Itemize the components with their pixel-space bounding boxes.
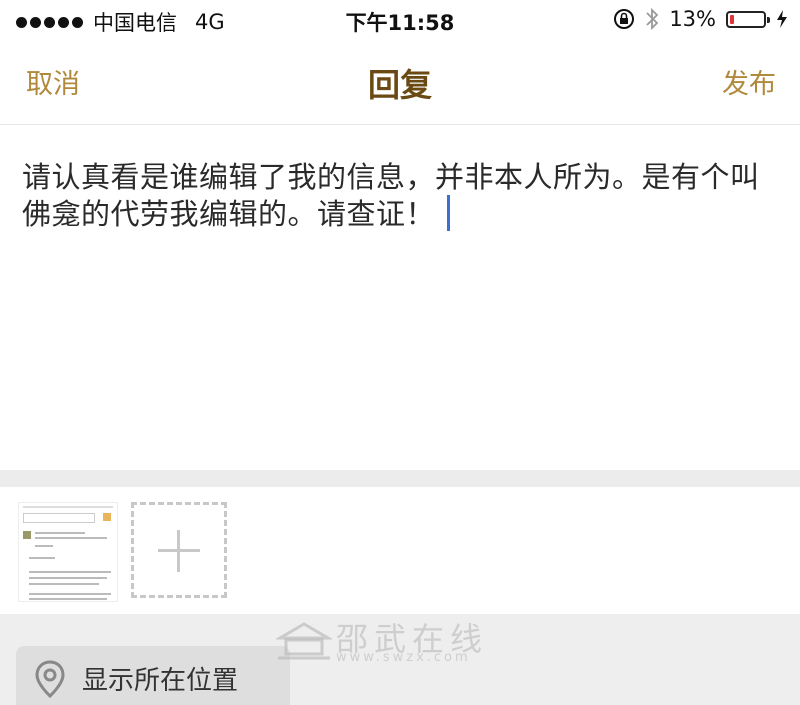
rotation-lock-icon	[614, 9, 635, 29]
reply-text-content[interactable]: 请认真看是谁编辑了我的信息，并非本人所为。是有个叫佛龛的代劳我编辑的。请查证！	[22, 159, 778, 232]
attachment-strip	[0, 487, 800, 614]
show-location-button[interactable]: 显示所在位置	[16, 646, 290, 705]
bluetooth-icon	[646, 7, 659, 31]
battery-icon	[726, 10, 770, 28]
nav-bar: 取消 回复 发布	[0, 40, 800, 125]
battery-level	[730, 14, 734, 24]
attachment-thumbnail[interactable]	[18, 502, 118, 602]
charging-icon	[777, 10, 787, 28]
publish-button[interactable]: 发布	[722, 62, 776, 101]
watermark-logo-icon	[276, 622, 332, 660]
status-right: 13%	[613, 7, 788, 31]
watermark-url: www.swzx.com	[336, 650, 471, 665]
watermark: 邵武在线 www.swzx.com	[266, 614, 516, 670]
status-bar: 中国电信 4G 下午11:58 13%	[0, 0, 800, 40]
section-divider	[0, 470, 800, 487]
add-image-button[interactable]	[131, 502, 227, 598]
reply-text: 请认真看是谁编辑了我的信息，并非本人所为。是有个叫佛龛的代劳我编辑的。请查证！	[22, 160, 760, 231]
reply-text-area[interactable]: 请认真看是谁编辑了我的信息，并非本人所为。是有个叫佛龛的代劳我编辑的。请查证！	[0, 125, 800, 470]
location-pin-icon	[35, 660, 65, 698]
text-cursor	[447, 195, 451, 231]
battery-percent: 13%	[669, 7, 716, 31]
page-title: 回复	[367, 66, 432, 104]
show-location-label: 显示所在位置	[82, 666, 239, 696]
